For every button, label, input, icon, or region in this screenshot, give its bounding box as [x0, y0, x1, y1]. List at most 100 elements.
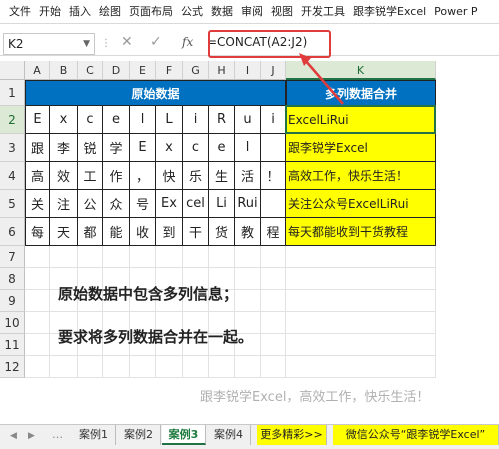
data-cell[interactable]: c: [183, 134, 209, 162]
column-header-g[interactable]: G: [183, 61, 209, 80]
data-cell[interactable]: ！: [261, 162, 286, 190]
data-cell[interactable]: 众: [103, 190, 130, 218]
empty-cell[interactable]: [25, 246, 50, 268]
column-header-e[interactable]: E: [130, 61, 156, 80]
data-cell[interactable]: 工: [78, 162, 103, 190]
empty-cell[interactable]: [209, 246, 235, 268]
tab-page-layout[interactable]: 页面布局: [125, 0, 177, 24]
empty-cell[interactable]: [130, 246, 156, 268]
data-cell[interactable]: cel: [183, 190, 209, 218]
data-cell[interactable]: u: [235, 106, 261, 134]
data-cell[interactable]: c: [78, 106, 103, 134]
empty-cell[interactable]: [286, 356, 436, 378]
empty-cell[interactable]: [286, 334, 436, 356]
empty-cell[interactable]: [103, 356, 130, 378]
column-header-h[interactable]: H: [209, 61, 235, 80]
empty-cell[interactable]: [261, 312, 286, 334]
data-cell[interactable]: 收: [130, 218, 156, 246]
merged-result-cell[interactable]: 每天都能收到干货教程: [286, 218, 436, 246]
data-cell[interactable]: 李: [50, 134, 78, 162]
data-cell[interactable]: 效: [50, 162, 78, 190]
empty-cell[interactable]: [261, 290, 286, 312]
data-cell[interactable]: 都: [78, 218, 103, 246]
tab-draw[interactable]: 绘图: [95, 0, 125, 24]
data-cell[interactable]: 乐: [183, 162, 209, 190]
data-cell[interactable]: 学: [103, 134, 130, 162]
data-cell[interactable]: 生: [209, 162, 235, 190]
column-header-i[interactable]: I: [235, 61, 261, 80]
tab-custom-excel[interactable]: 跟李锐学Excel: [349, 0, 430, 24]
scroll-right-icon[interactable]: ▶: [28, 431, 35, 441]
row-header-5[interactable]: 5: [0, 190, 25, 218]
row-header-3[interactable]: 3: [0, 134, 25, 162]
data-cell[interactable]: x: [50, 106, 78, 134]
data-cell[interactable]: l: [130, 106, 156, 134]
sheet-tab-more[interactable]: 更多精彩>>: [257, 425, 327, 445]
column-header-f[interactable]: F: [156, 61, 183, 80]
tab-insert[interactable]: 插入: [65, 0, 95, 24]
tab-developer[interactable]: 开发工具: [297, 0, 349, 24]
data-cell[interactable]: R: [209, 106, 235, 134]
row-header-10[interactable]: 10: [0, 312, 25, 334]
merged-result-cell[interactable]: 关注公众号ExcelLiRui: [286, 190, 436, 218]
empty-cell[interactable]: [261, 356, 286, 378]
empty-cell[interactable]: [235, 268, 261, 290]
data-cell[interactable]: ，: [130, 162, 156, 190]
tab-formulas[interactable]: 公式: [177, 0, 207, 24]
data-cell[interactable]: 天: [50, 218, 78, 246]
cancel-icon[interactable]: ✕: [121, 34, 133, 50]
empty-cell[interactable]: [130, 356, 156, 378]
data-cell[interactable]: 关: [25, 190, 50, 218]
column-header-b[interactable]: B: [50, 61, 78, 80]
data-cell[interactable]: i: [261, 106, 286, 134]
data-cell[interactable]: 到: [156, 218, 183, 246]
empty-cell[interactable]: [261, 334, 286, 356]
row-header-8[interactable]: 8: [0, 268, 25, 290]
sheet-tab-case4[interactable]: 案例4: [207, 425, 251, 445]
sheet-tab-case2[interactable]: 案例2: [117, 425, 161, 445]
data-cell[interactable]: [261, 190, 286, 218]
scroll-left-icon[interactable]: ◀: [10, 431, 17, 441]
sheet-tab-case3[interactable]: 案例3: [162, 425, 206, 445]
empty-cell[interactable]: [78, 356, 103, 378]
row-header-11[interactable]: 11: [0, 334, 25, 356]
column-header-d[interactable]: D: [103, 61, 130, 80]
empty-cell[interactable]: [286, 246, 436, 268]
empty-cell[interactable]: [235, 290, 261, 312]
data-cell[interactable]: 锐: [78, 134, 103, 162]
empty-cell[interactable]: [156, 246, 183, 268]
row-header-6[interactable]: 6: [0, 218, 25, 246]
sheet-tab-case1[interactable]: 案例1: [72, 425, 116, 445]
data-cell[interactable]: [261, 134, 286, 162]
tab-data[interactable]: 数据: [207, 0, 237, 24]
empty-cell[interactable]: [25, 356, 50, 378]
tab-home[interactable]: 开始: [35, 0, 65, 24]
row-header-7[interactable]: 7: [0, 246, 25, 268]
data-cell[interactable]: 注: [50, 190, 78, 218]
data-cell[interactable]: 教: [235, 218, 261, 246]
row-header-9[interactable]: 9: [0, 290, 25, 312]
data-cell[interactable]: 货: [209, 218, 235, 246]
data-cell[interactable]: 程: [261, 218, 286, 246]
row-header-2[interactable]: 2: [0, 106, 25, 134]
data-cell[interactable]: E: [130, 134, 156, 162]
data-cell[interactable]: 号: [130, 190, 156, 218]
empty-cell[interactable]: [25, 290, 50, 312]
empty-cell[interactable]: [183, 246, 209, 268]
column-header-a[interactable]: A: [25, 61, 50, 80]
column-header-j[interactable]: J: [261, 61, 286, 80]
data-cell[interactable]: e: [209, 134, 235, 162]
empty-cell[interactable]: [25, 312, 50, 334]
empty-cell[interactable]: [235, 356, 261, 378]
sheet-tab-wechat[interactable]: 微信公众号“跟李锐学Excel”: [333, 425, 499, 445]
empty-cell[interactable]: [50, 356, 78, 378]
data-cell[interactable]: L: [156, 106, 183, 134]
data-cell[interactable]: Li: [209, 190, 235, 218]
row-header-1[interactable]: 1: [0, 80, 25, 106]
data-cell[interactable]: 活: [235, 162, 261, 190]
select-all-corner[interactable]: [0, 61, 25, 80]
empty-cell[interactable]: [261, 268, 286, 290]
empty-cell[interactable]: [261, 246, 286, 268]
data-cell[interactable]: 干: [183, 218, 209, 246]
data-cell[interactable]: 快: [156, 162, 183, 190]
